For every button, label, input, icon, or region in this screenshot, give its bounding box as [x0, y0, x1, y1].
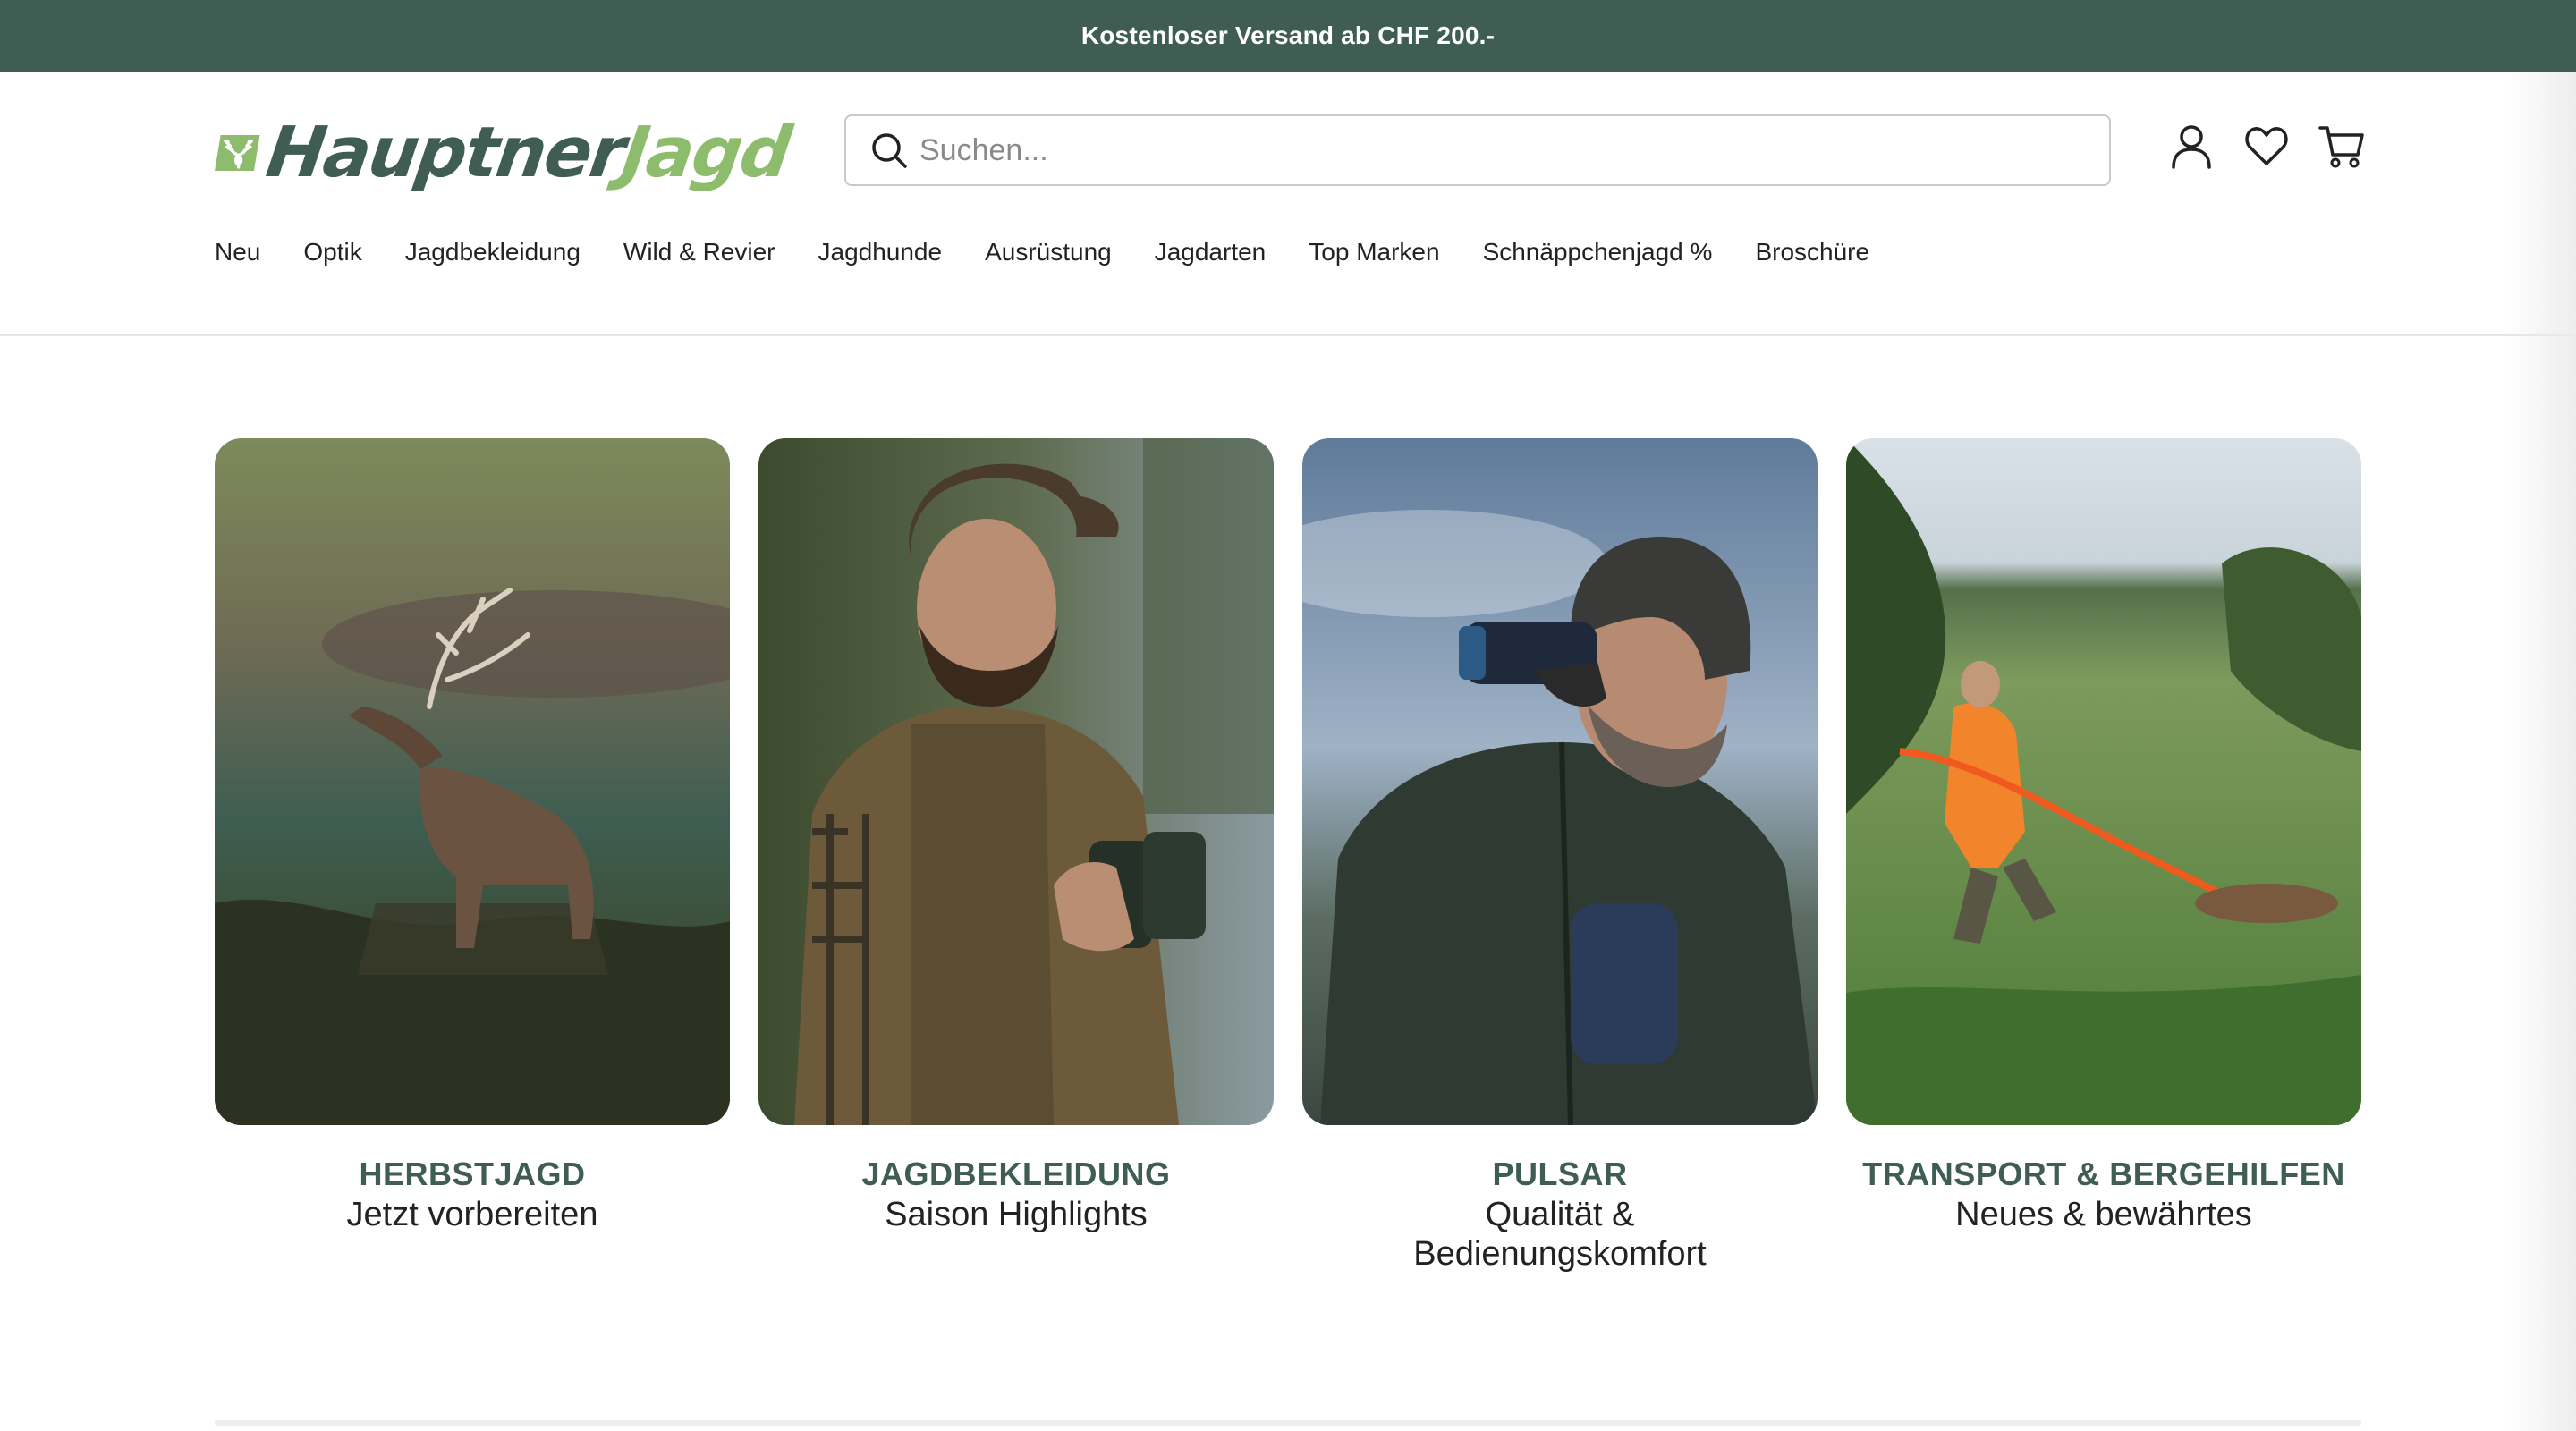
card-title[interactable]: JAGDBEKLEIDUNG [758, 1156, 1274, 1193]
hunter-photo [758, 438, 1274, 1125]
search-icon[interactable] [869, 131, 909, 170]
brand-wordmark: Hauptner Jagd [261, 113, 795, 193]
account-button[interactable] [2168, 123, 2215, 170]
cart-button[interactable] [2318, 123, 2365, 170]
card-subtitle: Qualität & Bedienungskomfort [1413, 1196, 1707, 1273]
card-subtitle: Neues & bewährtes [1955, 1196, 2252, 1233]
nav-item-ausruestung[interactable]: Ausrüstung [985, 238, 1112, 267]
transport-photo [1846, 438, 2361, 1125]
card-subtitle: Saison Highlights [885, 1196, 1148, 1233]
category-card[interactable]: HERBSTJAGD Jetzt vorbereiten [215, 438, 730, 1234]
site-header: Hauptner Jagd Suchen... Neu Optik Jagdbe… [0, 72, 2576, 336]
stag-photo [215, 438, 730, 1125]
nav-item-wild-revier[interactable]: Wild & Revier [623, 238, 775, 267]
nav-item-top-marken[interactable]: Top Marken [1309, 238, 1439, 267]
nav-item-jagdhunde[interactable]: Jagdhunde [818, 238, 943, 267]
deer-antler-logo-icon [215, 135, 260, 171]
category-card[interactable]: TRANSPORT & BERGEHILFEN Neues & bewährte… [1846, 438, 2361, 1234]
main-navigation: Neu Optik Jagdbekleidung Wild & Revier J… [215, 238, 1912, 267]
card-image-stag[interactable] [215, 438, 730, 1125]
category-card[interactable]: PULSAR Qualität & Bedienungskomfort [1302, 438, 1818, 1274]
card-image-pulsar[interactable] [1302, 438, 1818, 1125]
card-title[interactable]: HERBSTJAGD [215, 1156, 730, 1193]
search-box[interactable] [844, 114, 2111, 186]
header-actions [2168, 123, 2394, 170]
nav-item-schnaeppchenjagd[interactable]: Schnäppchenjagd % [1483, 238, 1713, 267]
category-card[interactable]: JAGDBEKLEIDUNG Saison Highlights [758, 438, 1274, 1234]
card-title[interactable]: PULSAR [1302, 1156, 1818, 1193]
cart-icon [2318, 126, 2364, 168]
section-divider [215, 1420, 2361, 1426]
brand-logo[interactable]: Hauptner Jagd [215, 113, 794, 193]
search-input[interactable] [919, 123, 2082, 177]
nav-item-optik[interactable]: Optik [303, 238, 361, 267]
card-subtitle: Jetzt vorbereiten [346, 1196, 598, 1233]
heart-icon [2245, 127, 2288, 165]
nav-item-broschuere[interactable]: Broschüre [1755, 238, 1869, 267]
user-icon [2172, 125, 2211, 169]
wishlist-button[interactable] [2243, 123, 2290, 170]
card-image-transport[interactable] [1846, 438, 2361, 1125]
promo-text: Kostenloser Versand ab CHF 200.- [1080, 21, 1496, 49]
nav-item-jagdarten[interactable]: Jagdarten [1155, 238, 1267, 267]
card-image-hunter[interactable] [758, 438, 1274, 1125]
card-title[interactable]: TRANSPORT & BERGEHILFEN [1846, 1156, 2361, 1193]
pulsar-photo [1302, 438, 1818, 1125]
promo-bar: Kostenloser Versand ab CHF 200.- [0, 0, 2576, 72]
nav-item-jagdbekleidung[interactable]: Jagdbekleidung [405, 238, 580, 267]
nav-item-neu[interactable]: Neu [215, 238, 260, 267]
